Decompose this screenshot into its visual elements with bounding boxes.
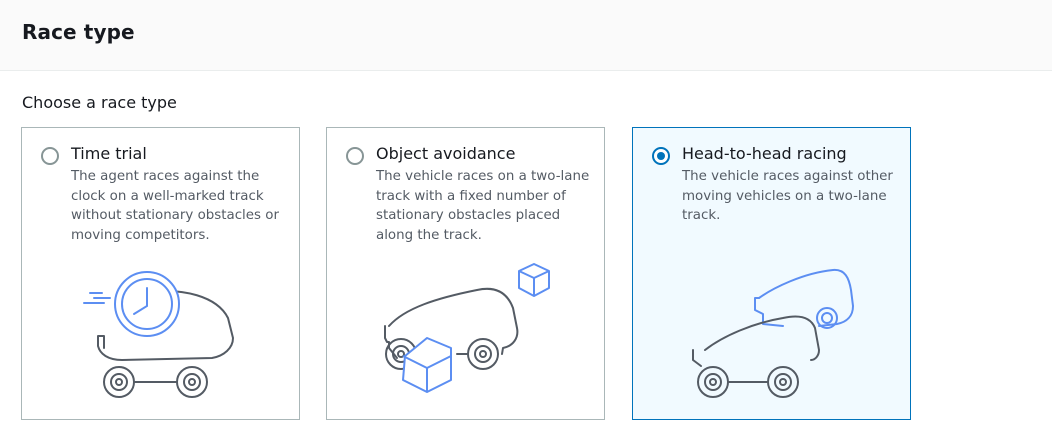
page-title: Race type [22, 20, 135, 44]
race-option-object-avoidance[interactable]: Object avoidance The vehicle races on a … [326, 127, 605, 420]
race-option-head-to-head[interactable]: Head-to-head racing The vehicle races ag… [632, 127, 911, 420]
clock-car-illustration [83, 271, 234, 398]
two-cars-illustration [692, 268, 854, 398]
obstacle-car-illustration [384, 263, 550, 393]
race-option-time-trial[interactable]: Time trial The agent races against the c… [21, 127, 300, 420]
race-type-label: Choose a race type [22, 93, 177, 112]
page-header: Race type [0, 0, 1052, 71]
